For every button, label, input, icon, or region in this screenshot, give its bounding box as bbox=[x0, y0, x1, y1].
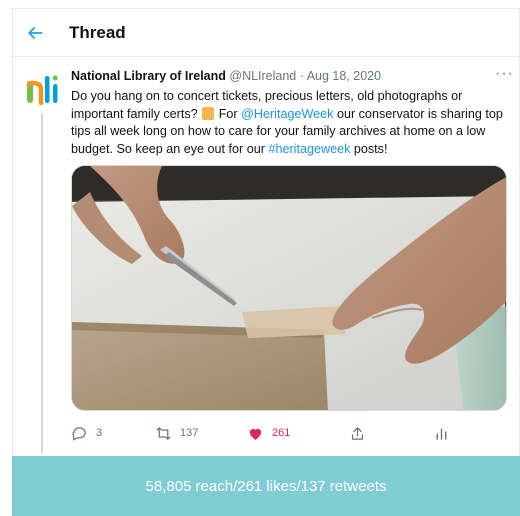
tweet-date[interactable]: Aug 18, 2020 bbox=[307, 69, 381, 83]
back-button[interactable] bbox=[23, 21, 47, 45]
photo-hands-tweezers-paper bbox=[72, 166, 506, 410]
author-name[interactable]: National Library of Ireland bbox=[71, 69, 226, 83]
more-options-button[interactable]: ··· bbox=[495, 65, 514, 83]
tweet-text-part4: posts! bbox=[353, 141, 388, 156]
analytics-button[interactable] bbox=[433, 421, 450, 445]
tweet-text-part2: For bbox=[218, 106, 238, 121]
author-handle[interactable]: @NLIreland bbox=[229, 69, 296, 83]
retweet-button[interactable]: 137 bbox=[155, 421, 198, 445]
mention-link[interactable]: @HeritageWeek bbox=[241, 107, 333, 121]
reply-button[interactable]: 3 bbox=[71, 421, 102, 445]
tweet-media-image[interactable] bbox=[71, 165, 507, 411]
tweet-text: Do you hang on to concert tickets, preci… bbox=[71, 88, 513, 158]
arrow-left-icon bbox=[28, 27, 43, 39]
share-button[interactable] bbox=[349, 421, 366, 445]
analytics-icon bbox=[436, 428, 447, 440]
page-title: Thread bbox=[69, 23, 126, 42]
scroll-emoji-icon bbox=[202, 106, 215, 120]
stats-banner: 58,805 reach/261 likes/137 retweets bbox=[12, 456, 520, 516]
avatar[interactable] bbox=[27, 73, 59, 105]
thread-header: Thread bbox=[13, 9, 519, 57]
tweet-actions: 3 137 261 bbox=[71, 421, 511, 445]
tweet-thread-card: Thread National Library of Ireland @NLIr… bbox=[12, 8, 520, 512]
separator-dot: · bbox=[299, 69, 304, 83]
like-count: 261 bbox=[272, 427, 291, 439]
tweet-header: National Library of Ireland @NLIreland ·… bbox=[71, 69, 511, 83]
heart-icon bbox=[249, 428, 262, 440]
reply-icon bbox=[72, 426, 86, 441]
thread-connector-line bbox=[41, 113, 43, 453]
share-icon bbox=[351, 426, 364, 440]
like-button[interactable]: 261 bbox=[247, 421, 290, 445]
stats-text: 58,805 reach/261 likes/137 retweets bbox=[145, 477, 387, 495]
retweet-count: 137 bbox=[180, 427, 199, 439]
reply-count: 3 bbox=[96, 427, 103, 439]
retweet-icon bbox=[156, 426, 171, 440]
hashtag-link[interactable]: #heritageweek bbox=[268, 142, 350, 156]
